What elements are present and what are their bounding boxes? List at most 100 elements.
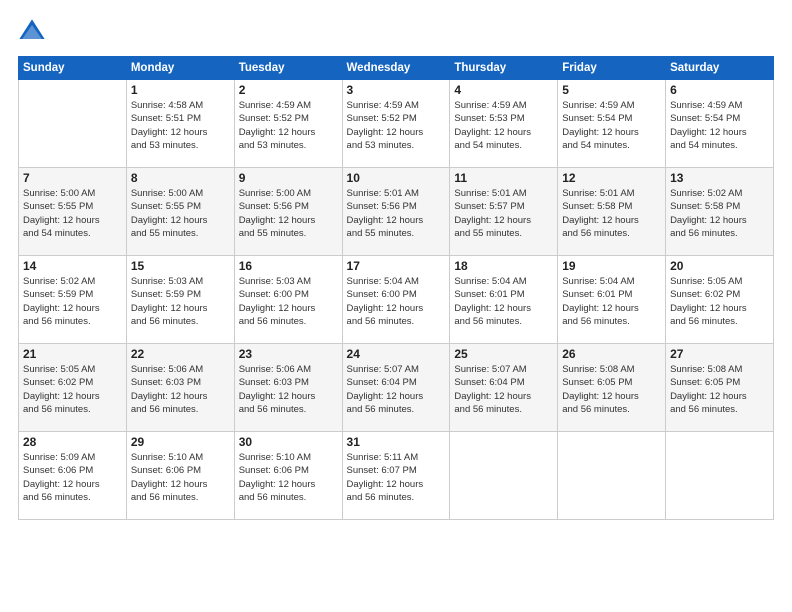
day-info: Sunrise: 5:00 AM Sunset: 5:55 PM Dayligh… [131, 187, 230, 240]
day-cell: 11Sunrise: 5:01 AM Sunset: 5:57 PM Dayli… [450, 168, 558, 256]
day-info: Sunrise: 5:11 AM Sunset: 6:07 PM Dayligh… [347, 451, 446, 504]
day-number: 6 [670, 83, 769, 97]
day-cell: 29 Sunrise: 5:10 AM Sunset: 6:06 PM Dayli… [126, 432, 234, 520]
day-number: 14 [23, 259, 122, 273]
day-number: 29 [131, 435, 230, 449]
page: SundayMondayTuesdayWednesdayThursdayFrid… [0, 0, 792, 612]
day-cell: 28Sunrise: 5:09 AM Sunset: 6:06 PM Dayli… [19, 432, 127, 520]
day-number: 2 [239, 83, 338, 97]
day-number: 5 [562, 83, 661, 97]
day-cell: 23Sunrise: 5:06 AM Sunset: 6:03 PM Dayli… [234, 344, 342, 432]
day-cell: 20 Sunrise: 5:05 AM Sunset: 6:02 PM Dayli… [666, 256, 774, 344]
day-cell: 30 Sunrise: 5:10 AM Sunset: 6:06 PM Dayli… [234, 432, 342, 520]
day-number: 16 [239, 259, 338, 273]
day-number: 4 [454, 83, 553, 97]
day-number: 7 [23, 171, 122, 185]
day-cell: 16 Sunrise: 5:03 AM Sunset: 6:00 PM Dayli… [234, 256, 342, 344]
day-info: Sunrise: 4:59 AM Sunset: 5:54 PM Dayligh… [670, 99, 769, 152]
day-cell: 3 Sunrise: 4:59 AM Sunset: 5:52 PM Daylig… [342, 80, 450, 168]
day-info: Sunrise: 5:08 AM Sunset: 6:05 PM Dayligh… [670, 363, 769, 416]
weekday-header-monday: Monday [126, 57, 234, 80]
logo-icon [18, 18, 46, 46]
day-cell: 9 Sunrise: 5:00 AM Sunset: 5:56 PM Daylig… [234, 168, 342, 256]
header [18, 18, 774, 46]
weekday-header-saturday: Saturday [666, 57, 774, 80]
day-cell: 10 Sunrise: 5:01 AM Sunset: 5:56 PM Dayli… [342, 168, 450, 256]
day-number: 1 [131, 83, 230, 97]
day-info: Sunrise: 5:06 AM Sunset: 6:03 PM Dayligh… [131, 363, 230, 416]
day-cell [19, 80, 127, 168]
weekday-header-sunday: Sunday [19, 57, 127, 80]
day-info: Sunrise: 4:59 AM Sunset: 5:52 PM Dayligh… [239, 99, 338, 152]
day-number: 15 [131, 259, 230, 273]
weekday-header-tuesday: Tuesday [234, 57, 342, 80]
day-info: Sunrise: 5:04 AM Sunset: 6:00 PM Dayligh… [347, 275, 446, 328]
day-number: 30 [239, 435, 338, 449]
day-info: Sunrise: 5:03 AM Sunset: 6:00 PM Dayligh… [239, 275, 338, 328]
week-row-3: 14 Sunrise: 5:02 AM Sunset: 5:59 PM Dayli… [19, 256, 774, 344]
day-info: Sunrise: 5:02 AM Sunset: 5:59 PM Dayligh… [23, 275, 122, 328]
weekday-header-wednesday: Wednesday [342, 57, 450, 80]
day-info: Sunrise: 4:59 AM Sunset: 5:53 PM Dayligh… [454, 99, 553, 152]
calendar-table: SundayMondayTuesdayWednesdayThursdayFrid… [18, 56, 774, 520]
week-row-5: 28Sunrise: 5:09 AM Sunset: 6:06 PM Dayli… [19, 432, 774, 520]
day-number: 9 [239, 171, 338, 185]
day-cell: 24 Sunrise: 5:07 AM Sunset: 6:04 PM Dayli… [342, 344, 450, 432]
day-info: Sunrise: 5:03 AM Sunset: 5:59 PM Dayligh… [131, 275, 230, 328]
day-info: Sunrise: 5:04 AM Sunset: 6:01 PM Dayligh… [454, 275, 553, 328]
day-cell: 7 Sunrise: 5:00 AM Sunset: 5:55 PM Daylig… [19, 168, 127, 256]
day-info: Sunrise: 5:10 AM Sunset: 6:06 PM Dayligh… [239, 451, 338, 504]
day-cell: 13 Sunrise: 5:02 AM Sunset: 5:58 PM Dayli… [666, 168, 774, 256]
day-number: 24 [347, 347, 446, 361]
day-cell: 17Sunrise: 5:04 AM Sunset: 6:00 PM Dayli… [342, 256, 450, 344]
day-info: Sunrise: 5:07 AM Sunset: 6:04 PM Dayligh… [347, 363, 446, 416]
day-number: 8 [131, 171, 230, 185]
day-info: Sunrise: 5:01 AM Sunset: 5:56 PM Dayligh… [347, 187, 446, 240]
day-info: Sunrise: 5:00 AM Sunset: 5:56 PM Dayligh… [239, 187, 338, 240]
day-number: 20 [670, 259, 769, 273]
day-number: 3 [347, 83, 446, 97]
day-cell: 12 Sunrise: 5:01 AM Sunset: 5:58 PM Dayli… [558, 168, 666, 256]
weekday-header-thursday: Thursday [450, 57, 558, 80]
day-cell: 15 Sunrise: 5:03 AM Sunset: 5:59 PM Dayli… [126, 256, 234, 344]
day-info: Sunrise: 5:02 AM Sunset: 5:58 PM Dayligh… [670, 187, 769, 240]
day-info: Sunrise: 5:04 AM Sunset: 6:01 PM Dayligh… [562, 275, 661, 328]
day-cell: 5 Sunrise: 4:59 AM Sunset: 5:54 PM Daylig… [558, 80, 666, 168]
day-number: 26 [562, 347, 661, 361]
day-info: Sunrise: 5:07 AM Sunset: 6:04 PM Dayligh… [454, 363, 553, 416]
day-info: Sunrise: 5:08 AM Sunset: 6:05 PM Dayligh… [562, 363, 661, 416]
day-cell: 22Sunrise: 5:06 AM Sunset: 6:03 PM Dayli… [126, 344, 234, 432]
day-cell: 27 Sunrise: 5:08 AM Sunset: 6:05 PM Dayli… [666, 344, 774, 432]
day-number: 21 [23, 347, 122, 361]
day-number: 25 [454, 347, 553, 361]
day-info: Sunrise: 4:59 AM Sunset: 5:52 PM Dayligh… [347, 99, 446, 152]
day-info: Sunrise: 5:01 AM Sunset: 5:58 PM Dayligh… [562, 187, 661, 240]
day-info: Sunrise: 5:10 AM Sunset: 6:06 PM Dayligh… [131, 451, 230, 504]
day-number: 12 [562, 171, 661, 185]
day-number: 28 [23, 435, 122, 449]
day-number: 27 [670, 347, 769, 361]
day-number: 10 [347, 171, 446, 185]
day-number: 13 [670, 171, 769, 185]
day-cell: 1Sunrise: 4:58 AM Sunset: 5:51 PM Daylig… [126, 80, 234, 168]
day-info: Sunrise: 5:01 AM Sunset: 5:57 PM Dayligh… [454, 187, 553, 240]
day-cell: 19 Sunrise: 5:04 AM Sunset: 6:01 PM Dayli… [558, 256, 666, 344]
day-cell: 18 Sunrise: 5:04 AM Sunset: 6:01 PM Dayli… [450, 256, 558, 344]
week-row-1: 1Sunrise: 4:58 AM Sunset: 5:51 PM Daylig… [19, 80, 774, 168]
day-info: Sunrise: 5:06 AM Sunset: 6:03 PM Dayligh… [239, 363, 338, 416]
day-cell: 8 Sunrise: 5:00 AM Sunset: 5:55 PM Daylig… [126, 168, 234, 256]
day-number: 19 [562, 259, 661, 273]
day-number: 31 [347, 435, 446, 449]
day-number: 18 [454, 259, 553, 273]
day-info: Sunrise: 4:59 AM Sunset: 5:54 PM Dayligh… [562, 99, 661, 152]
day-info: Sunrise: 5:05 AM Sunset: 6:02 PM Dayligh… [670, 275, 769, 328]
logo [18, 18, 50, 46]
day-cell: 31 Sunrise: 5:11 AM Sunset: 6:07 PM Dayli… [342, 432, 450, 520]
day-cell: 25 Sunrise: 5:07 AM Sunset: 6:04 PM Dayli… [450, 344, 558, 432]
day-info: Sunrise: 5:00 AM Sunset: 5:55 PM Dayligh… [23, 187, 122, 240]
day-cell [450, 432, 558, 520]
day-cell [558, 432, 666, 520]
day-cell: 21Sunrise: 5:05 AM Sunset: 6:02 PM Dayli… [19, 344, 127, 432]
day-cell: 6 Sunrise: 4:59 AM Sunset: 5:54 PM Daylig… [666, 80, 774, 168]
day-cell: 4 Sunrise: 4:59 AM Sunset: 5:53 PM Daylig… [450, 80, 558, 168]
